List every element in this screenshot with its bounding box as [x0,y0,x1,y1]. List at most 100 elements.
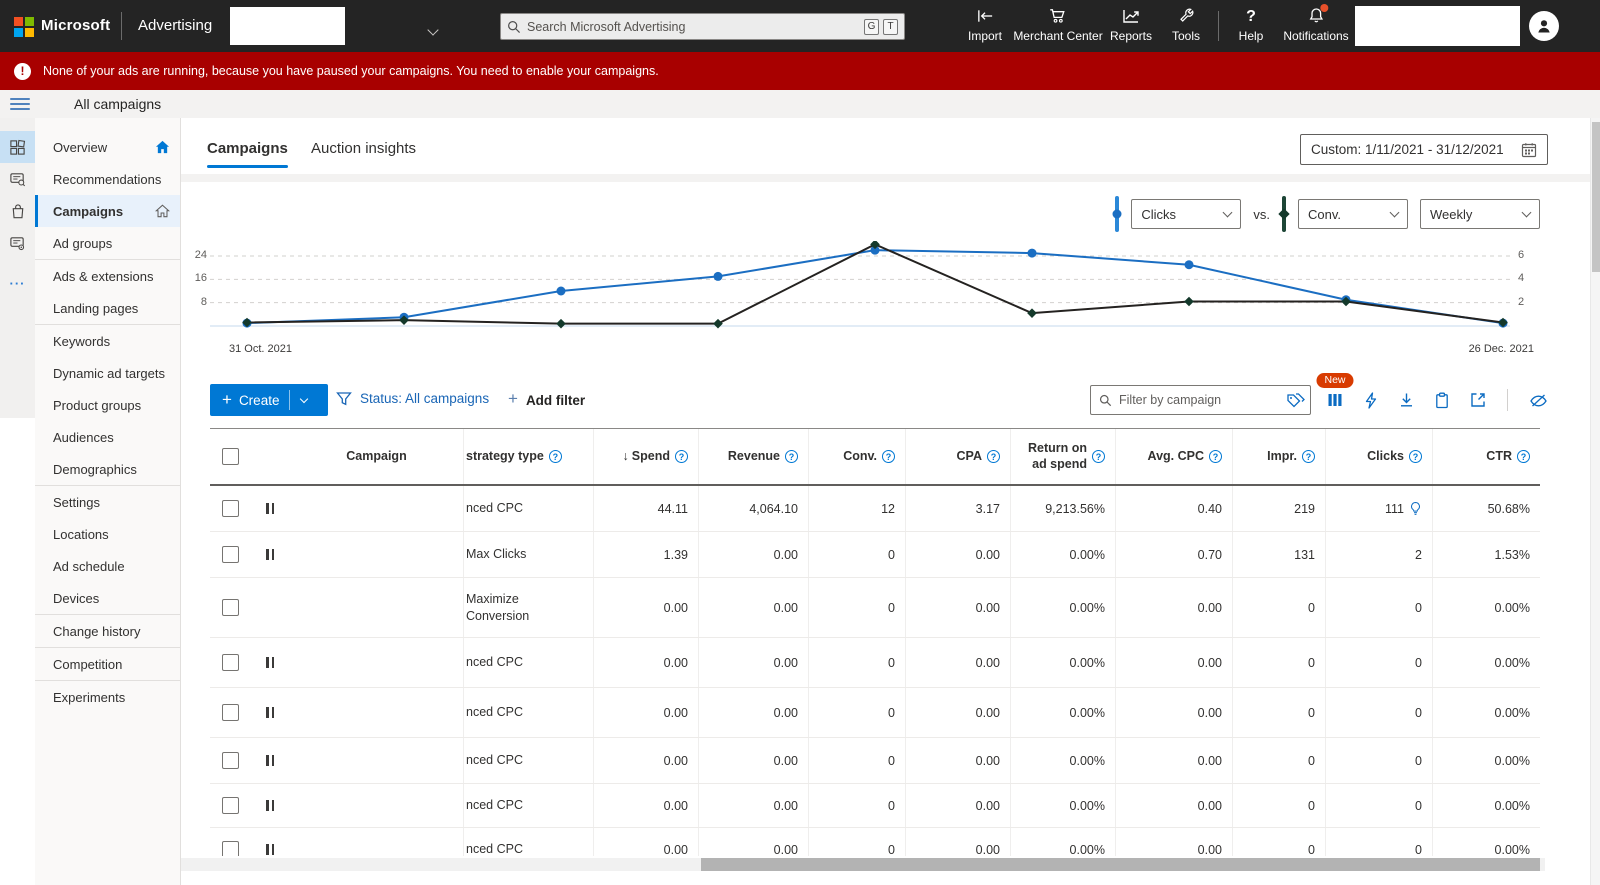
campaign-name-redacted[interactable] [290,784,463,827]
lightning-icon[interactable] [1364,391,1378,409]
tab-auction-insights[interactable]: Auction insights [311,140,416,157]
sidebar-item-audiences[interactable]: Audiences [35,421,180,453]
sidebar-item-settings[interactable]: Settings [35,486,180,518]
chevron-down-icon [1521,207,1532,218]
column-header-campaign[interactable]: Campaign [290,429,463,484]
sidebar-item-recommendations[interactable]: Recommendations [35,163,180,195]
campaign-name-redacted[interactable] [290,532,463,577]
sidebar-item-campaigns[interactable]: Campaigns [35,195,180,227]
column-header-impr[interactable]: Impr. [1232,429,1325,484]
column-header-conv[interactable]: Conv. [808,429,905,484]
help-icon[interactable] [1209,450,1222,463]
user-account-redacted[interactable] [1355,6,1520,46]
tab-campaigns[interactable]: Campaigns [207,140,288,157]
avatar[interactable] [1529,11,1559,41]
vertical-scrollbar-thumb[interactable] [1592,122,1600,272]
tools-button[interactable]: Tools [1172,7,1200,43]
hamburger-icon[interactable] [10,98,30,110]
help-icon[interactable] [548,450,562,463]
row-checkbox[interactable] [221,752,239,769]
account-chevron-down-icon[interactable] [427,22,439,37]
sidebar-item-devices[interactable]: Devices [35,582,180,614]
row-checkbox[interactable] [221,599,239,616]
row-checkbox[interactable] [221,704,239,721]
horizontal-scrollbar-thumb[interactable] [701,858,1540,871]
help-icon[interactable] [1302,450,1315,463]
help-button[interactable]: ? Help [1239,7,1264,43]
sidebar-item-change-history[interactable]: Change history [35,615,180,647]
ad-groups-chat-gear-icon[interactable] [0,227,35,259]
campaign-name-redacted[interactable] [290,578,463,637]
sidebar-item-landing-pages[interactable]: Landing pages [35,292,180,324]
row-checkbox[interactable] [221,841,239,856]
granularity-dropdown[interactable]: Weekly [1420,199,1540,229]
row-checkbox[interactable] [221,500,239,517]
reports-button[interactable]: Reports [1110,7,1152,43]
help-icon[interactable] [987,450,1000,463]
sidebar-item-overview[interactable]: Overview [35,131,180,163]
shopping-bag-icon[interactable] [0,195,35,227]
tags-icon[interactable] [1286,392,1306,409]
select-all-checkbox[interactable] [221,448,239,465]
campaign-name-redacted[interactable] [290,638,463,687]
help-icon[interactable] [1409,450,1422,463]
topbar-search[interactable]: G T [500,13,905,40]
download-icon[interactable] [1399,392,1414,408]
account-selector-redacted[interactable] [230,7,345,45]
expand-icon[interactable] [1470,392,1486,408]
columns-icon[interactable]: New [1316,373,1354,408]
merchant-center-button[interactable]: Merchant Center [1013,7,1103,43]
sidebar-item-keywords[interactable]: Keywords [35,325,180,357]
column-header-ctr[interactable]: CTR [1432,429,1540,484]
column-header-clicks[interactable]: Clicks [1325,429,1432,484]
sidebar-item-dynamic-ad-targets[interactable]: Dynamic ad targets [35,357,180,389]
import-button[interactable]: Import [968,7,1002,43]
recommendations-chat-search-icon[interactable] [0,163,35,195]
create-chevron-down-icon[interactable] [300,394,309,404]
create-button[interactable]: + Create [210,384,328,416]
horizontal-scrollbar[interactable] [181,858,1545,871]
campaign-name-redacted[interactable] [290,738,463,783]
campaign-name-redacted[interactable] [290,688,463,737]
row-checkbox[interactable] [221,797,239,814]
microsoft-logo-icon[interactable] [14,17,34,37]
sidebar-item-demographics[interactable]: Demographics [35,453,180,485]
sidebar-item-product-groups[interactable]: Product groups [35,389,180,421]
row-checkbox[interactable] [221,654,239,671]
help-icon[interactable] [882,450,895,463]
sidebar-item-locations[interactable]: Locations [35,518,180,550]
sidebar-item-competition[interactable]: Competition [35,648,180,680]
column-header-avg-cpc[interactable]: Avg. CPC [1115,429,1232,484]
date-range-picker[interactable]: Custom: 1/11/2021 - 31/12/2021 [1300,134,1548,165]
help-icon[interactable] [1092,450,1105,463]
campaign-filter-search[interactable] [1090,385,1311,415]
sidebar-item-ad-groups[interactable]: Ad groups [35,227,180,259]
sidebar-item-ads-extensions[interactable]: Ads & extensions [35,260,180,292]
help-icon[interactable] [675,450,688,463]
column-header-cpa[interactable]: CPA [905,429,1010,484]
help-icon[interactable] [1517,450,1530,463]
insight-bulb-icon[interactable] [1409,501,1422,516]
search-input[interactable] [527,19,860,34]
status-filter-link[interactable]: Status: All campaigns [336,391,489,406]
campaign-filter-input[interactable] [1119,393,1302,407]
column-header-return-on-ad-spend[interactable]: Return on ad spend [1010,429,1115,484]
metric2-dropdown[interactable]: Conv. [1298,199,1408,229]
apps-grid-icon[interactable] [0,131,35,163]
help-icon[interactable] [785,450,798,463]
campaign-name-redacted[interactable] [290,486,463,531]
hide-chart-eye-off-icon[interactable] [1529,393,1548,408]
campaign-name-redacted[interactable] [290,828,463,856]
column-header-revenue[interactable]: Revenue [698,429,808,484]
sidebar-item-experiments[interactable]: Experiments [35,681,180,713]
column-header-strategy-type[interactable]: strategy type [463,429,593,484]
row-checkbox[interactable] [221,546,239,563]
add-filter-button[interactable]: + Add filter [508,389,585,409]
notifications-button[interactable]: Notifications [1283,4,1349,43]
more-ellipsis-icon[interactable]: ··· [0,267,35,299]
column-header-spend[interactable]: Spend [593,429,698,484]
vertical-scrollbar[interactable] [1590,118,1600,885]
clipboard-icon[interactable] [1435,392,1449,409]
metric1-dropdown[interactable]: Clicks [1131,199,1242,229]
sidebar-item-ad-schedule[interactable]: Ad schedule [35,550,180,582]
